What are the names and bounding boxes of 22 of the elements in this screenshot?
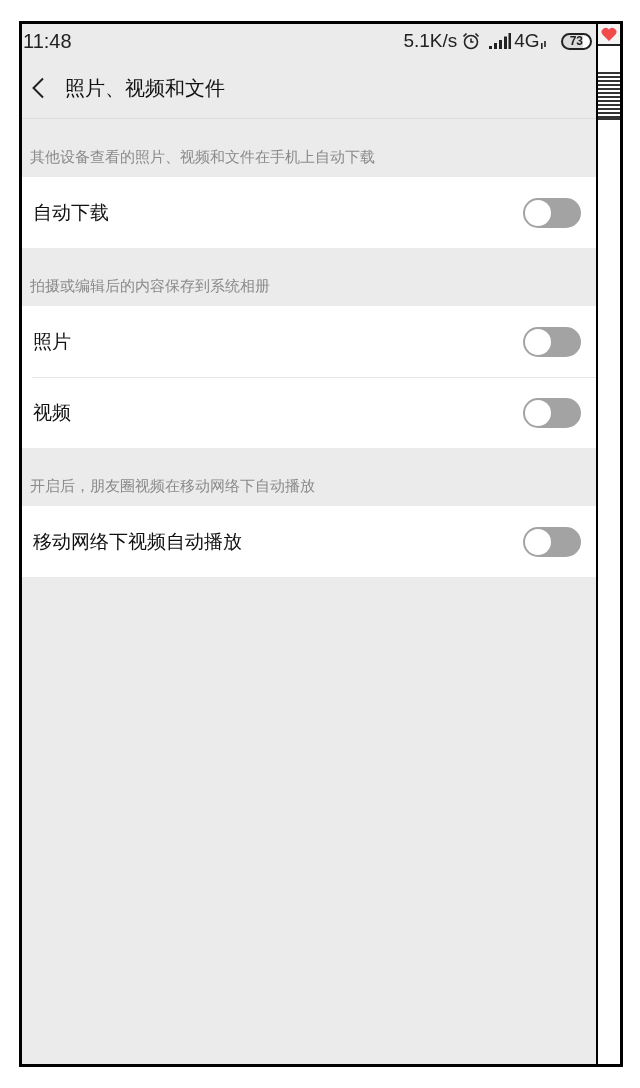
section-caption: 拍摄或编辑后的内容保存到系统相册	[30, 275, 270, 297]
scrollbar-thumb[interactable]	[598, 72, 620, 120]
setting-label: 自动下载	[33, 200, 109, 226]
network-speed: 5.1K/s	[403, 28, 458, 53]
section-caption: 其他设备查看的照片、视频和文件在手机上自动下载	[30, 146, 375, 168]
setting-label: 视频	[33, 400, 71, 426]
toggle-switch[interactable]	[523, 197, 581, 228]
setting-label: 照片	[33, 329, 71, 355]
toggle-switch[interactable]	[523, 397, 581, 428]
toggle-switch[interactable]	[523, 526, 581, 557]
signal-icon	[489, 33, 512, 49]
battery-level: 73	[560, 32, 592, 50]
page-title: 照片、视频和文件	[65, 75, 225, 102]
toggle-switch[interactable]	[523, 326, 581, 357]
data-activity-icon	[540, 41, 546, 49]
alarm-clock-icon	[462, 32, 481, 50]
back-icon[interactable]	[31, 77, 45, 99]
network-type: 4G	[514, 28, 540, 53]
section-caption: 开启后，朋友圈视频在移动网络下自动播放	[30, 475, 315, 497]
setting-label: 移动网络下视频自动播放	[33, 529, 242, 555]
heart-icon	[601, 27, 617, 41]
status-time: 11:48	[23, 29, 72, 54]
